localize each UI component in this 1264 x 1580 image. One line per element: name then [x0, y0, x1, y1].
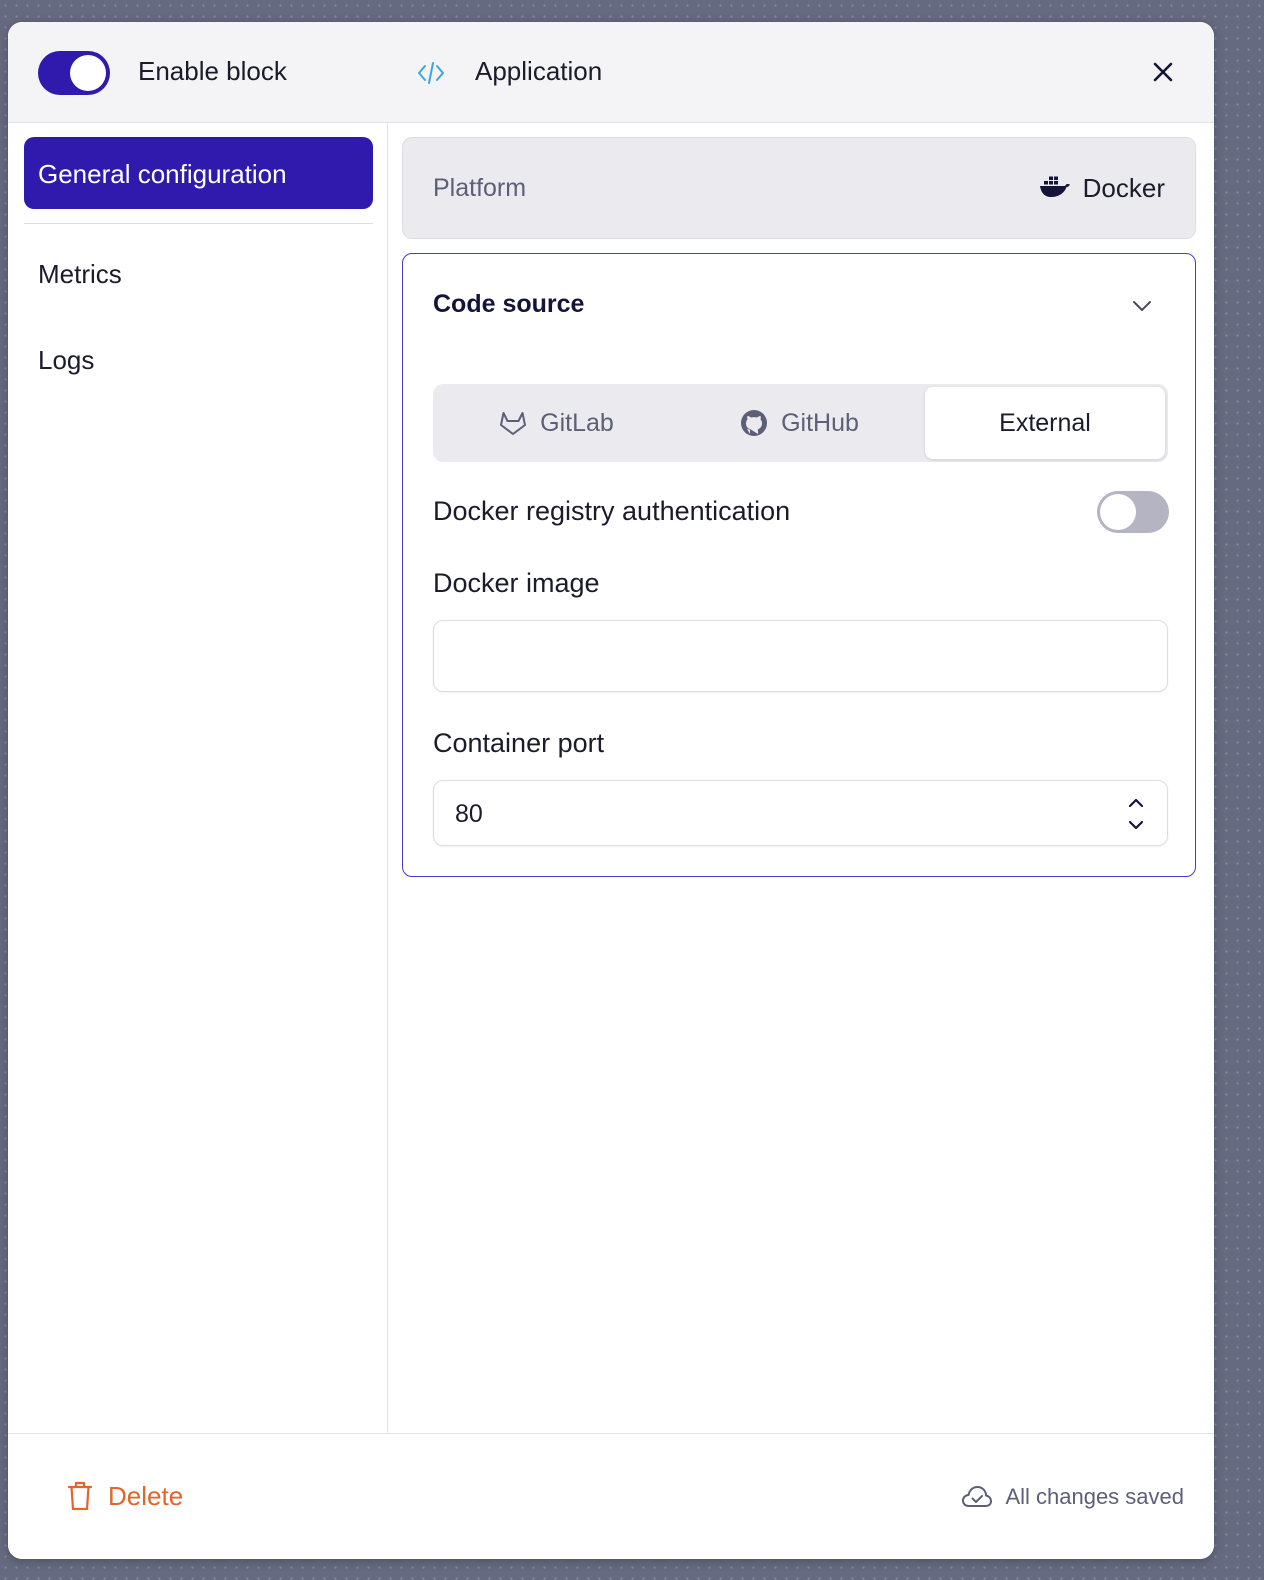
panel-footer: Delete All changes saved — [8, 1433, 1214, 1559]
code-icon — [418, 62, 444, 84]
gitlab-icon — [500, 412, 527, 435]
github-icon — [741, 410, 768, 436]
sidebar-item-logs[interactable]: Logs — [38, 345, 94, 376]
tab-gitlab[interactable]: GitLab — [436, 387, 676, 459]
sidebar-item-general-configuration[interactable]: General configuration — [24, 137, 373, 209]
docker-image-label: Docker image — [433, 568, 600, 598]
tab-github-label: GitHub — [781, 408, 859, 437]
save-status: All changes saved — [961, 1484, 1184, 1510]
cloud-check-icon — [962, 1486, 993, 1507]
delete-button[interactable]: Delete — [66, 1480, 183, 1512]
container-port-input[interactable]: 80 — [433, 780, 1168, 846]
panel-header: Enable block Application — [8, 22, 1214, 123]
block-config-panel: Enable block Application General configu… — [8, 22, 1214, 1559]
registry-auth-toggle[interactable] — [1097, 491, 1169, 533]
sidebar-divider — [24, 223, 373, 224]
enable-block-label: Enable block — [138, 56, 287, 86]
chevron-down-icon[interactable] — [1121, 814, 1151, 836]
close-icon[interactable] — [1149, 58, 1177, 86]
tab-gitlab-label: GitLab — [540, 408, 614, 437]
tab-external-label: External — [999, 408, 1091, 437]
docker-icon — [1040, 176, 1070, 197]
platform-value: Docker — [1082, 173, 1165, 203]
port-stepper — [1121, 792, 1151, 836]
code-source-section: Code source GitLab GitHub External Docke… — [402, 253, 1196, 877]
trash-icon — [67, 1481, 93, 1511]
docker-image-input[interactable] — [433, 620, 1168, 692]
sidebar: General configuration Metrics Logs — [8, 123, 388, 1433]
code-source-title: Code source — [433, 290, 585, 318]
container-port-value: 80 — [455, 800, 483, 828]
save-status-label: All changes saved — [1005, 1484, 1184, 1509]
toggle-knob — [1100, 494, 1136, 530]
sidebar-item-metrics[interactable]: Metrics — [38, 259, 122, 290]
tab-github[interactable]: GitHub — [679, 387, 919, 459]
container-port-label: Container port — [433, 728, 605, 758]
chevron-up-icon[interactable] — [1121, 792, 1151, 814]
platform-label: Platform — [433, 174, 527, 202]
chevron-down-icon[interactable] — [1130, 294, 1154, 318]
page-title: Application — [475, 56, 603, 86]
code-source-tabs: GitLab GitHub External — [433, 384, 1168, 462]
delete-label: Delete — [108, 1480, 184, 1511]
toggle-knob — [70, 55, 106, 91]
registry-auth-label: Docker registry authentication — [433, 496, 791, 526]
platform-card: Platform Docker — [402, 137, 1196, 239]
enable-block-toggle[interactable] — [38, 51, 110, 95]
tab-external[interactable]: External — [925, 387, 1165, 459]
